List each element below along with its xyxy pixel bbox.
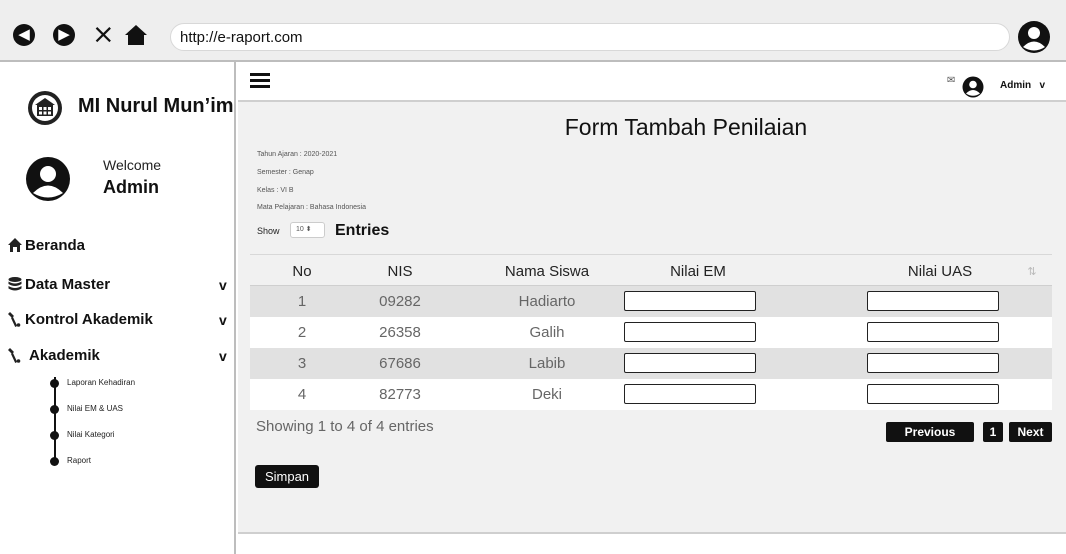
- nilai-uas-input[interactable]: [867, 322, 999, 342]
- cell-nama-siswa: Hadiarto: [518, 293, 576, 310]
- column-header-no[interactable]: No: [272, 263, 332, 280]
- sidebar: MI Nurul Mun’im Welcome Admin Beranda Da…: [0, 62, 236, 554]
- hamburger-menu-icon[interactable]: [250, 73, 270, 89]
- top-navbar: ✉ Admin v: [238, 62, 1066, 102]
- browser-toolbar: ◀ ▶ × http://e-raport.com: [0, 0, 1066, 62]
- chevron-down-icon: v: [219, 348, 227, 364]
- cell-no: 1: [297, 293, 307, 310]
- bullet-icon: [50, 405, 59, 414]
- cell-no: 2: [297, 324, 307, 341]
- chevron-down-icon: v: [219, 277, 227, 293]
- table-row: 3 67686 Labib: [250, 348, 1052, 379]
- cell-nis: 09282: [379, 293, 421, 310]
- admin-name: Admin: [1000, 80, 1032, 91]
- column-header-nis[interactable]: NIS: [360, 263, 440, 280]
- previous-button[interactable]: Previous: [886, 422, 974, 442]
- forward-arrow-icon[interactable]: ▶: [53, 24, 75, 46]
- table-header: No NIS Nama Siswa Nilai EM Nilai UAS ⇅: [250, 254, 1052, 286]
- next-button[interactable]: Next: [1009, 422, 1052, 442]
- submenu-label: Nilai Kategori: [67, 430, 115, 439]
- nilai-uas-input[interactable]: [867, 353, 999, 373]
- submenu-label: Nilai EM & UAS: [67, 404, 124, 413]
- tools-icon: [7, 311, 23, 329]
- info-kelas: Kelas : VI B: [257, 187, 294, 194]
- main-content: Form Tambah Penilaian Tahun Ajaran : 202…: [238, 102, 1066, 534]
- cell-nis: 26358: [379, 324, 421, 341]
- table-info: Showing 1 to 4 of 4 entries: [256, 418, 434, 435]
- bullet-icon: [50, 379, 59, 388]
- info-semester: Semester : Genap: [257, 169, 314, 176]
- address-bar[interactable]: http://e-raport.com: [170, 23, 1010, 51]
- sidebar-item-label: Data Master: [25, 276, 111, 293]
- entries-label: Entries: [335, 222, 390, 239]
- welcome-text: Welcome: [103, 157, 162, 173]
- nilai-em-input[interactable]: [624, 291, 756, 311]
- chevron-down-icon: v: [1039, 80, 1046, 91]
- bullet-icon: [50, 431, 59, 440]
- chevron-down-icon: v: [219, 312, 227, 328]
- admin-dropdown[interactable]: Admin v: [1000, 80, 1045, 91]
- info-mata-pelajaran: Mata Pelajaran : Bahasa Indonesia: [257, 204, 366, 211]
- table-row: 1 09282 Hadiarto: [250, 286, 1052, 317]
- table-row: 4 82773 Deki: [250, 379, 1052, 410]
- tools-icon: [7, 347, 23, 365]
- sidebar-item-kontrol-akademik[interactable]: Kontrol Akademik v: [0, 309, 236, 333]
- sidebar-item-label: Beranda: [25, 237, 86, 254]
- table-row: 2 26358 Galih: [250, 317, 1052, 348]
- cell-nama-siswa: Deki: [531, 386, 562, 403]
- sidebar-item-data-master[interactable]: Data Master v: [0, 274, 236, 298]
- column-header-nilai-em[interactable]: Nilai EM: [632, 263, 764, 280]
- cell-nama-siswa: Labib: [528, 355, 566, 372]
- cell-no: 4: [297, 386, 307, 403]
- back-arrow-icon[interactable]: ◀: [13, 24, 35, 46]
- admin-avatar-icon[interactable]: [962, 76, 984, 98]
- cell-nis: 67686: [379, 355, 421, 372]
- sidebar-item-label: Kontrol Akademik: [25, 311, 153, 328]
- submenu-connector: [54, 377, 56, 461]
- close-icon[interactable]: ×: [92, 20, 115, 50]
- submenu-label: Laporan Kehadiran: [67, 378, 136, 387]
- nilai-uas-input[interactable]: [867, 291, 999, 311]
- cell-nis: 82773: [379, 386, 421, 403]
- school-logo-icon: [28, 91, 62, 125]
- nilai-em-input[interactable]: [624, 384, 756, 404]
- nilai-em-input[interactable]: [624, 322, 756, 342]
- sidebar-item-beranda[interactable]: Beranda: [0, 235, 236, 259]
- show-label: Show: [257, 226, 280, 236]
- submenu-label: Raport: [67, 456, 92, 465]
- home-icon[interactable]: [124, 24, 148, 46]
- entries-per-page-select[interactable]: 10 ⬍: [290, 222, 325, 238]
- brand-name: MI Nurul Mun’im: [78, 95, 234, 117]
- nilai-em-input[interactable]: [624, 353, 756, 373]
- user-avatar-icon: [26, 157, 70, 201]
- page-1-button[interactable]: 1: [983, 422, 1003, 442]
- mail-icon[interactable]: ✉: [947, 75, 955, 86]
- database-icon: [7, 276, 23, 294]
- username: Admin: [103, 177, 159, 197]
- sort-icon[interactable]: ⇅: [1024, 265, 1040, 278]
- nilai-uas-input[interactable]: [867, 384, 999, 404]
- column-header-nilai-uas[interactable]: Nilai UAS: [874, 263, 1006, 280]
- profile-avatar-icon[interactable]: [1017, 20, 1051, 54]
- home-icon: [7, 237, 23, 255]
- save-button[interactable]: Simpan: [255, 465, 319, 488]
- info-tahun-ajaran: Tahun Ajaran : 2020-2021: [257, 151, 338, 158]
- column-header-nama-siswa[interactable]: Nama Siswa: [482, 263, 612, 280]
- cell-no: 3: [297, 355, 307, 372]
- page-title: Form Tambah Penilaian: [564, 114, 808, 140]
- sidebar-item-label: Akademik: [29, 347, 100, 364]
- sidebar-item-akademik[interactable]: Akademik v: [0, 345, 236, 369]
- bullet-icon: [50, 457, 59, 466]
- cell-nama-siswa: Galih: [529, 324, 565, 341]
